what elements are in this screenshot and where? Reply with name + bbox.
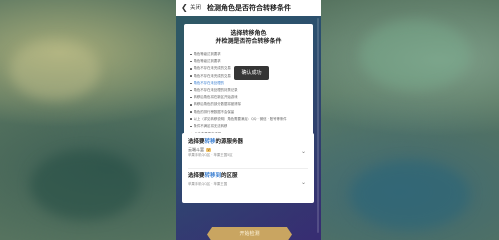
rule-text: 转移后角色的部分数据将被清除 [193, 102, 241, 107]
bullet-icon [190, 96, 192, 99]
source-title-suffix: 的源服务器 [215, 139, 244, 145]
rule-text: 角色不存在未完成的交易 [193, 73, 231, 78]
rule-text: 条件不满足将无法转移 [193, 123, 228, 128]
bullet-icon [190, 75, 192, 77]
list-item: 转移后角色将在新区开始游戏 [190, 95, 307, 100]
bullet-icon [190, 125, 192, 128]
server-selection-panel: 选择要转移的源服务器 云端斗罢 V 苹果手机QQ区 · 苹果王国5区 ⌄ 选择要… [182, 133, 314, 203]
source-title-highlight: 转移 [204, 139, 216, 145]
target-server-selector[interactable]: 选择要转移到的区服 苹果手机QQ区 · 苹果王国 ⌄ [188, 173, 308, 187]
background-blob [350, 160, 470, 230]
rule-text: 角色不存在未处理的封禁记录 [193, 87, 238, 92]
close-link[interactable]: 关闭 [190, 0, 201, 16]
bullet-icon [190, 104, 192, 106]
chevron-down-icon[interactable]: ⌄ [301, 179, 306, 186]
card-title-line2: 并检测是否符合转移条件 [215, 38, 282, 45]
start-check-button[interactable]: 开始检测 [207, 227, 292, 240]
list-item: 角色的排行榜数据不会保留 [190, 110, 307, 115]
success-toast: 确认成功 [234, 66, 269, 80]
rules-list: 角色等级达到要求 角色等级达到要求 角色不存在未完成的交易 角色不存在未完成的交… [190, 52, 307, 129]
background-blob [10, 40, 100, 100]
chevron-down-icon[interactable]: ⌄ [301, 148, 306, 155]
target-server-meta: 苹果手机QQ区 · 苹果王国 [188, 182, 228, 186]
list-item: 角色不存在未处理的 [190, 81, 307, 86]
list-item: 角色不存在未处理的封禁记录 [190, 88, 307, 93]
scrollbar[interactable] [317, 18, 319, 233]
conditions-card: 选择转移角色 并检测是否符合转移条件 角色等级达到要求 角色等级达到要求 角色不… [184, 24, 313, 136]
list-item: 条件不满足将无法转移 [190, 124, 307, 129]
bullet-icon [190, 60, 192, 63]
target-title-highlight: 转移到 [204, 173, 222, 179]
rule-text: 角色等级达到要求 [193, 52, 221, 56]
bullet-icon [190, 53, 192, 56]
rule-text: 角色不存在未处理的 [193, 80, 225, 85]
list-item: 以上（详见转移说明）角色需要满足：QQ · 微信 · 账号等条件 [190, 117, 307, 122]
bullet-icon [190, 89, 192, 92]
bullet-icon [190, 111, 192, 113]
phone-screen: ❮ 关闭 检测角色是否符合转移条件 选择转移角色 并检测是否符合转移条件 角色等… [176, 0, 321, 240]
target-title: 选择要转移到的区服 [188, 173, 308, 180]
list-item: 角色等级达到要求 [190, 59, 307, 64]
background-blob [30, 150, 140, 220]
rule-text: 角色等级达到要求 [193, 59, 221, 64]
page-title: 检测角色是否符合转移条件 [207, 4, 292, 12]
top-bar: ❮ 关闭 检测角色是否符合转移条件 [176, 0, 321, 16]
card-title-line1: 选择转移角色 [230, 30, 267, 37]
list-item: 角色等级达到要求 [190, 52, 307, 57]
vip-badge: V [206, 147, 212, 153]
divider [188, 168, 308, 169]
target-title-suffix: 的区服 [221, 173, 238, 179]
bullet-icon [190, 82, 192, 84]
source-server-meta: 苹果手机QQ区 · 苹果王国5区 [188, 153, 233, 157]
rule-text: 以上（详见转移说明）角色需要满足：QQ · 微信 · 账号等条件 [193, 116, 287, 121]
bullet-icon [190, 68, 192, 70]
background-blob [360, 20, 470, 90]
target-title-prefix: 选择要 [188, 173, 205, 179]
source-title: 选择要转移的源服务器 [188, 139, 308, 146]
source-server-selector[interactable]: 选择要转移的源服务器 云端斗罢 V 苹果手机QQ区 · 苹果王国5区 ⌄ [188, 139, 308, 158]
back-icon[interactable]: ❮ [181, 0, 189, 16]
rule-text: 角色不存在未完成的交易 [193, 66, 231, 71]
source-title-prefix: 选择要 [188, 139, 205, 145]
rule-text: 转移后角色将在新区开始游戏 [193, 95, 238, 100]
rule-text: 角色的排行榜数据不会保留 [193, 109, 235, 114]
list-item: 转移后角色的部分数据将被清除 [190, 102, 307, 107]
bullet-icon [190, 118, 192, 120]
